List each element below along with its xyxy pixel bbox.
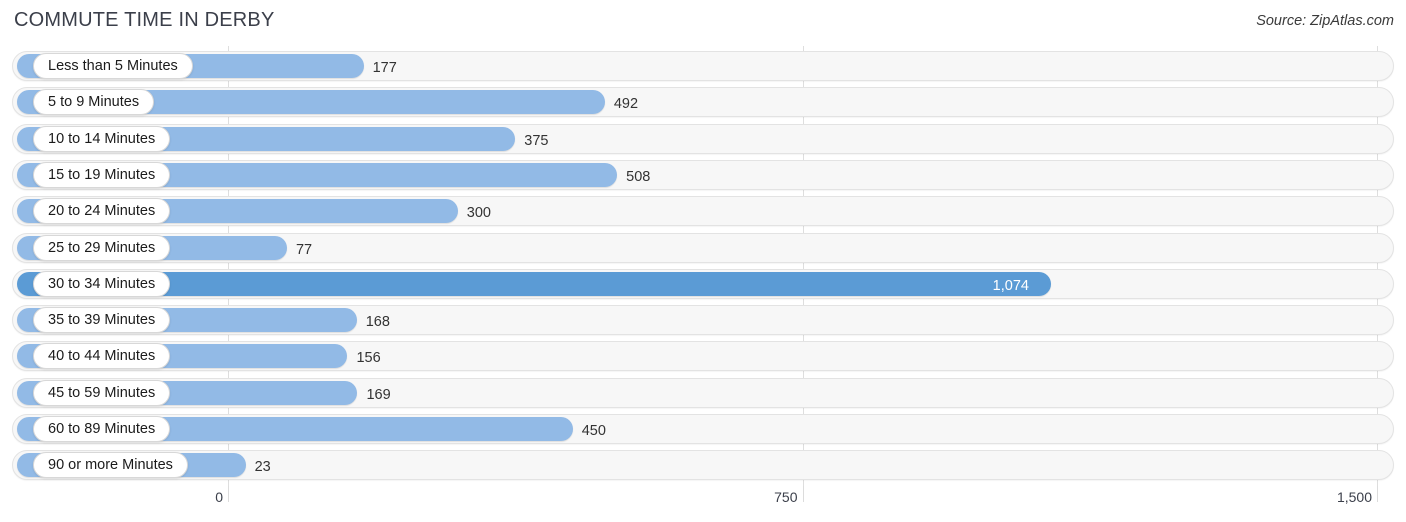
- bar-category-label[interactable]: 45 to 59 Minutes: [33, 379, 171, 406]
- bar-row[interactable]: 45 to 59 Minutes 169: [0, 377, 1406, 413]
- bar-category-label[interactable]: 40 to 44 Minutes: [33, 343, 171, 370]
- bar-category-label-text: 40 to 44 Minutes: [48, 348, 156, 365]
- bar-row[interactable]: 5 to 9 Minutes 492: [0, 86, 1406, 122]
- bar-value-label: 375: [524, 132, 549, 149]
- bar-category-label-text: 5 to 9 Minutes: [48, 94, 140, 111]
- bar-category-label-text: 60 to 89 Minutes: [48, 421, 156, 437]
- bar-category-label[interactable]: Less than 5 Minutes: [33, 53, 193, 79]
- bar-value-label: 300: [466, 205, 491, 222]
- bar-row[interactable]: 35 to 39 Minutes 168: [0, 304, 1406, 340]
- axis-tick-mark: [1377, 486, 1378, 502]
- bar-value-label: 156: [356, 350, 381, 367]
- bar-value-label: 168: [365, 314, 390, 331]
- axis-tick-mark: [228, 486, 229, 502]
- bar-category-label[interactable]: 35 to 39 Minutes: [33, 307, 171, 334]
- chart-plot-area: Less than 5 Minutes 177 5 to 9 Minutes 492 1…: [0, 46, 1406, 486]
- bar-category-label[interactable]: 90 or more Minutes: [33, 452, 188, 479]
- bar-row[interactable]: 40 to 44 Minutes 156: [0, 340, 1406, 376]
- bar-value-label: 169: [366, 386, 391, 403]
- bar-category-label[interactable]: 25 to 29 Minutes: [33, 234, 171, 261]
- bar-category-label[interactable]: 60 to 89 Minutes: [33, 416, 171, 442]
- bar-row[interactable]: 25 to 29 Minutes 77: [0, 232, 1406, 268]
- bar-category-label-text: 15 to 19 Minutes: [48, 166, 156, 183]
- bar-category-label-text: 25 to 29 Minutes: [48, 239, 156, 256]
- bar-value-label: 450: [581, 423, 606, 439]
- bar-row[interactable]: Less than 5 Minutes 177: [0, 50, 1406, 86]
- bar-row[interactable]: 10 to 14 Minutes 375: [0, 123, 1406, 159]
- bar-value-label: 177: [372, 60, 397, 76]
- bar-category-label[interactable]: 20 to 24 Minutes: [33, 198, 171, 225]
- bar-category-label[interactable]: 10 to 14 Minutes: [33, 125, 171, 152]
- bar-category-label[interactable]: 15 to 19 Minutes: [33, 161, 171, 188]
- bar-row[interactable]: 20 to 24 Minutes 300: [0, 195, 1406, 231]
- bar-value-label: 77: [295, 241, 313, 258]
- bar-value-label: 1,074: [992, 277, 1029, 294]
- bar-category-label-text: 10 to 14 Minutes: [48, 130, 156, 147]
- axis-tick-label: 1,500: [1336, 489, 1372, 505]
- axis-tick-label: 0: [215, 489, 223, 505]
- bar-value-label: 508: [626, 168, 651, 185]
- bar-row[interactable]: 60 to 89 Minutes 450: [0, 413, 1406, 449]
- bar-category-label-text: Less than 5 Minutes: [48, 58, 178, 74]
- bar-category-label-text: 20 to 24 Minutes: [48, 203, 156, 220]
- axis-tick-mark: [802, 486, 804, 502]
- bar: [17, 271, 1051, 296]
- bar-value-label: 23: [254, 459, 271, 476]
- bar-row[interactable]: 90 or more Minutes 23: [0, 449, 1406, 485]
- axis-tick-label: 750: [774, 489, 798, 505]
- bar-row[interactable]: 30 to 34 Minutes 1,074: [0, 268, 1406, 304]
- bar-rows: Less than 5 Minutes 177 5 to 9 Minutes 492 1…: [0, 46, 1406, 486]
- bar-category-label-text: 30 to 34 Minutes: [48, 275, 156, 292]
- bar-category-label[interactable]: 30 to 34 Minutes: [33, 270, 171, 297]
- bar-category-label-text: 35 to 39 Minutes: [48, 312, 156, 329]
- bar-category-label[interactable]: 5 to 9 Minutes: [33, 89, 155, 116]
- bar-value-label: 492: [613, 96, 639, 113]
- x-axis: 0 750 1,500: [0, 486, 1406, 522]
- source-attribution: Source: ZipAtlas.com: [1256, 13, 1394, 29]
- bar-category-label-text: 90 or more Minutes: [48, 457, 173, 474]
- bar-row[interactable]: 15 to 19 Minutes 508: [0, 159, 1406, 195]
- bar-category-label-text: 45 to 59 Minutes: [48, 384, 156, 401]
- chart-header: COMMUTE TIME IN DERBY Source: ZipAtlas.c…: [0, 0, 1406, 46]
- page-title: COMMUTE TIME IN DERBY: [14, 9, 275, 31]
